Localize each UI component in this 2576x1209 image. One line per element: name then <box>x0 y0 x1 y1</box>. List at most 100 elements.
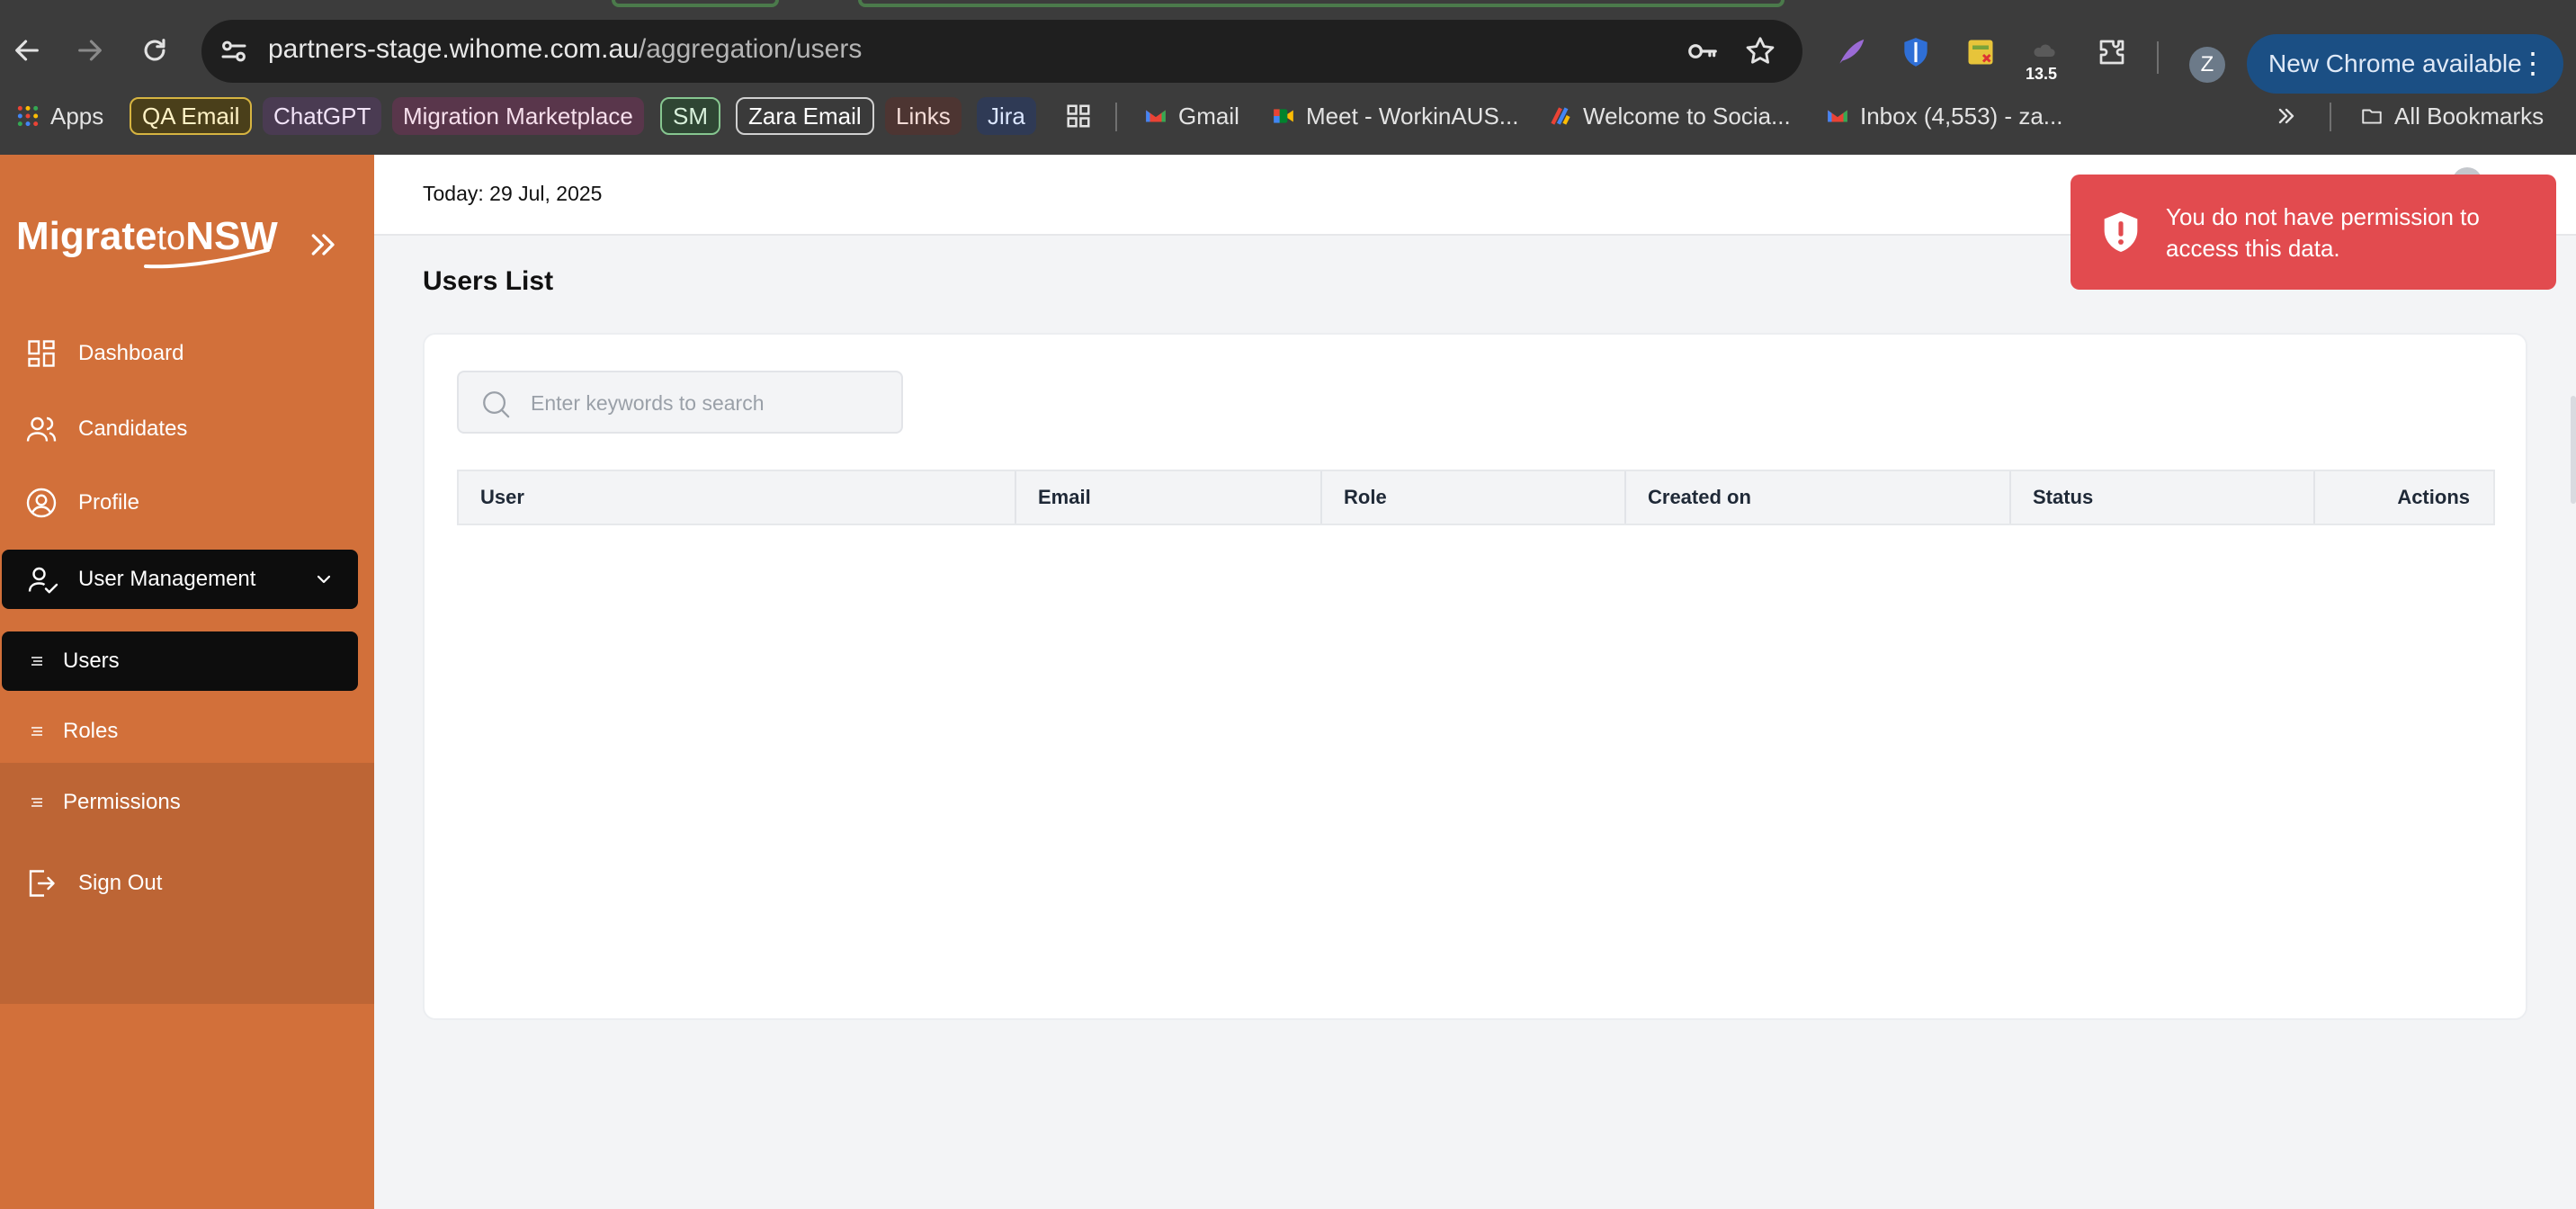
sidebar-item-label: Candidates <box>78 416 188 441</box>
bookmark-label: Welcome to Socia... <box>1583 102 1791 130</box>
chevron-down-icon <box>317 575 331 584</box>
shield-alert-icon <box>2104 212 2138 252</box>
tab-hint[interactable] <box>612 0 779 7</box>
bookmarks-divider <box>1115 103 1117 131</box>
toolbar-divider <box>2157 41 2159 74</box>
password-key-icon[interactable] <box>1686 34 1720 68</box>
sidebar-item-profile[interactable]: Profile <box>0 471 374 534</box>
all-bookmarks[interactable]: All Bookmarks <box>2360 97 2544 135</box>
sidebar-item-label: Sign Out <box>78 871 163 895</box>
sidebar-item-candidates[interactable]: Candidates <box>0 398 374 461</box>
list-bullet-icon <box>31 798 42 807</box>
tab-groups-icon[interactable] <box>1065 97 1092 135</box>
url-host: partners-stage.wihome.com.au <box>268 34 639 64</box>
column-header-created-on[interactable]: Created on <box>1626 471 2011 524</box>
column-header-actions: Actions <box>2397 486 2470 508</box>
list-bullet-icon <box>31 657 42 666</box>
users-card: User Email Role Created on Status Action… <box>423 333 2527 1020</box>
gmail-icon <box>1146 110 1166 122</box>
omnibar-row: partners-stage.wihome.com.au/aggregation… <box>0 13 2576 94</box>
column-header-email[interactable]: Email <box>1016 471 1322 524</box>
sidebar-item-users[interactable]: Users <box>2 631 358 691</box>
sidebar-item-label: Users <box>63 649 120 673</box>
sidebar-item-label: Profile <box>78 490 140 515</box>
bookmark-meet[interactable]: Meet - WorkinAUS... <box>1272 97 1518 135</box>
bookmark-label: All Bookmarks <box>2394 102 2545 130</box>
social-app-icon <box>1551 107 1570 125</box>
bookmark-links[interactable]: Links <box>885 97 962 135</box>
sidebar-item-permissions[interactable]: Permissions <box>0 773 374 832</box>
forward-arrow-icon <box>78 40 102 61</box>
sidebar-item-sign-out[interactable]: Sign Out <box>0 852 374 915</box>
bookmark-sm[interactable]: SM <box>660 97 720 135</box>
reload-button[interactable] <box>130 25 180 76</box>
search-box[interactable] <box>457 371 903 434</box>
reload-icon <box>144 39 165 61</box>
users-table-header: User Email Role Created on Status Action… <box>457 470 2495 525</box>
users-icon <box>26 416 57 442</box>
forward-button[interactable] <box>65 25 115 76</box>
bookmark-chatgpt[interactable]: ChatGPT <box>263 97 382 135</box>
bookmark-label: Inbox (4,553) - za... <box>1860 102 2063 130</box>
sidebar-item-user-management[interactable]: User Management <box>2 550 358 609</box>
sign-out-icon <box>29 870 55 897</box>
back-button[interactable] <box>2 25 52 76</box>
browser-chrome: partners-stage.wihome.com.au/aggregation… <box>0 0 2576 155</box>
bookmark-jira[interactable]: Jira <box>977 97 1036 135</box>
bookmark-inbox[interactable]: Inbox (4,553) - za... <box>1826 97 2062 135</box>
bookmarks-divider <box>2330 103 2331 131</box>
column-header-status[interactable]: Status <box>2011 471 2315 524</box>
notes-extension-icon[interactable] <box>1963 34 1999 70</box>
gmail-icon <box>1828 110 1847 122</box>
list-bullet-icon <box>31 727 42 736</box>
site-settings-icon[interactable] <box>218 35 250 67</box>
bookmark-star-icon[interactable] <box>1743 34 1777 68</box>
bookmark-zara-email[interactable]: Zara Email <box>736 97 874 135</box>
sidebar: MigratetoNSW Dashboard Candidates Profil… <box>0 155 374 1209</box>
today-date: Today: 29 Jul, 2025 <box>423 182 603 205</box>
bookmark-label: Gmail <box>1178 102 1239 130</box>
search-input[interactable] <box>531 385 881 421</box>
sidebar-item-roles[interactable]: Roles <box>0 702 374 761</box>
sidebar-item-label: Permissions <box>63 790 181 814</box>
bookmark-migration-marketplace[interactable]: Migration Marketplace <box>392 97 644 135</box>
sidebar-item-label: Dashboard <box>78 341 184 365</box>
more-menu-icon[interactable]: ⋮ <box>2518 45 2547 81</box>
bookmarks-overflow-icon[interactable] <box>2274 97 2299 135</box>
toast-message: You do not have permission to access thi… <box>2166 203 2480 262</box>
error-toast[interactable]: You do not have permission to access thi… <box>2071 175 2556 290</box>
bookmark-welcome[interactable]: Welcome to Socia... <box>1549 97 1791 135</box>
bookmark-qa-email[interactable]: QA Email <box>130 97 253 135</box>
url-text[interactable]: partners-stage.wihome.com.au/aggregation… <box>268 34 862 65</box>
new-chrome-available-button[interactable]: New Chrome available ⋮ <box>2247 34 2563 94</box>
bookmark-gmail[interactable]: Gmail <box>1144 97 1239 135</box>
sidebar-item-dashboard[interactable]: Dashboard <box>0 322 374 385</box>
meet-icon <box>1274 109 1293 123</box>
sidebar-expand-icon[interactable] <box>306 227 342 263</box>
bookmarks-bar: Apps QA Email ChatGPT Migration Marketpl… <box>0 90 2576 144</box>
bookmark-label: Meet - WorkinAUS... <box>1306 102 1519 130</box>
shield-extension-icon[interactable] <box>1898 34 1934 70</box>
apps-grid-icon <box>17 105 39 127</box>
folder-icon <box>2362 109 2382 124</box>
url-path: /aggregation/users <box>638 34 863 64</box>
extension-badge: 13.5 <box>2026 65 2058 84</box>
dashboard-icon <box>28 340 55 367</box>
user-check-icon <box>28 567 58 594</box>
page-title: Users List <box>423 266 554 296</box>
back-arrow-icon <box>15 40 39 61</box>
logo-swoosh-icon <box>144 248 270 269</box>
column-header-user[interactable]: User <box>459 471 1016 524</box>
tab-hint[interactable] <box>858 0 1784 7</box>
new-chrome-label: New Chrome available <box>2268 49 2522 77</box>
edge-scroll-handle[interactable] <box>2571 396 2576 504</box>
column-header-role[interactable]: Role <box>1322 471 1626 524</box>
logo-text: Migrate <box>16 214 157 258</box>
profile-icon <box>26 488 57 518</box>
search-icon <box>483 391 510 418</box>
extensions-puzzle-icon[interactable] <box>2094 34 2130 70</box>
address-bar[interactable]: partners-stage.wihome.com.au/aggregation… <box>201 20 1802 83</box>
quill-extension-icon[interactable] <box>1833 34 1869 70</box>
bookmark-apps[interactable]: Apps <box>16 97 103 135</box>
profile-avatar[interactable]: Z <box>2189 47 2225 83</box>
